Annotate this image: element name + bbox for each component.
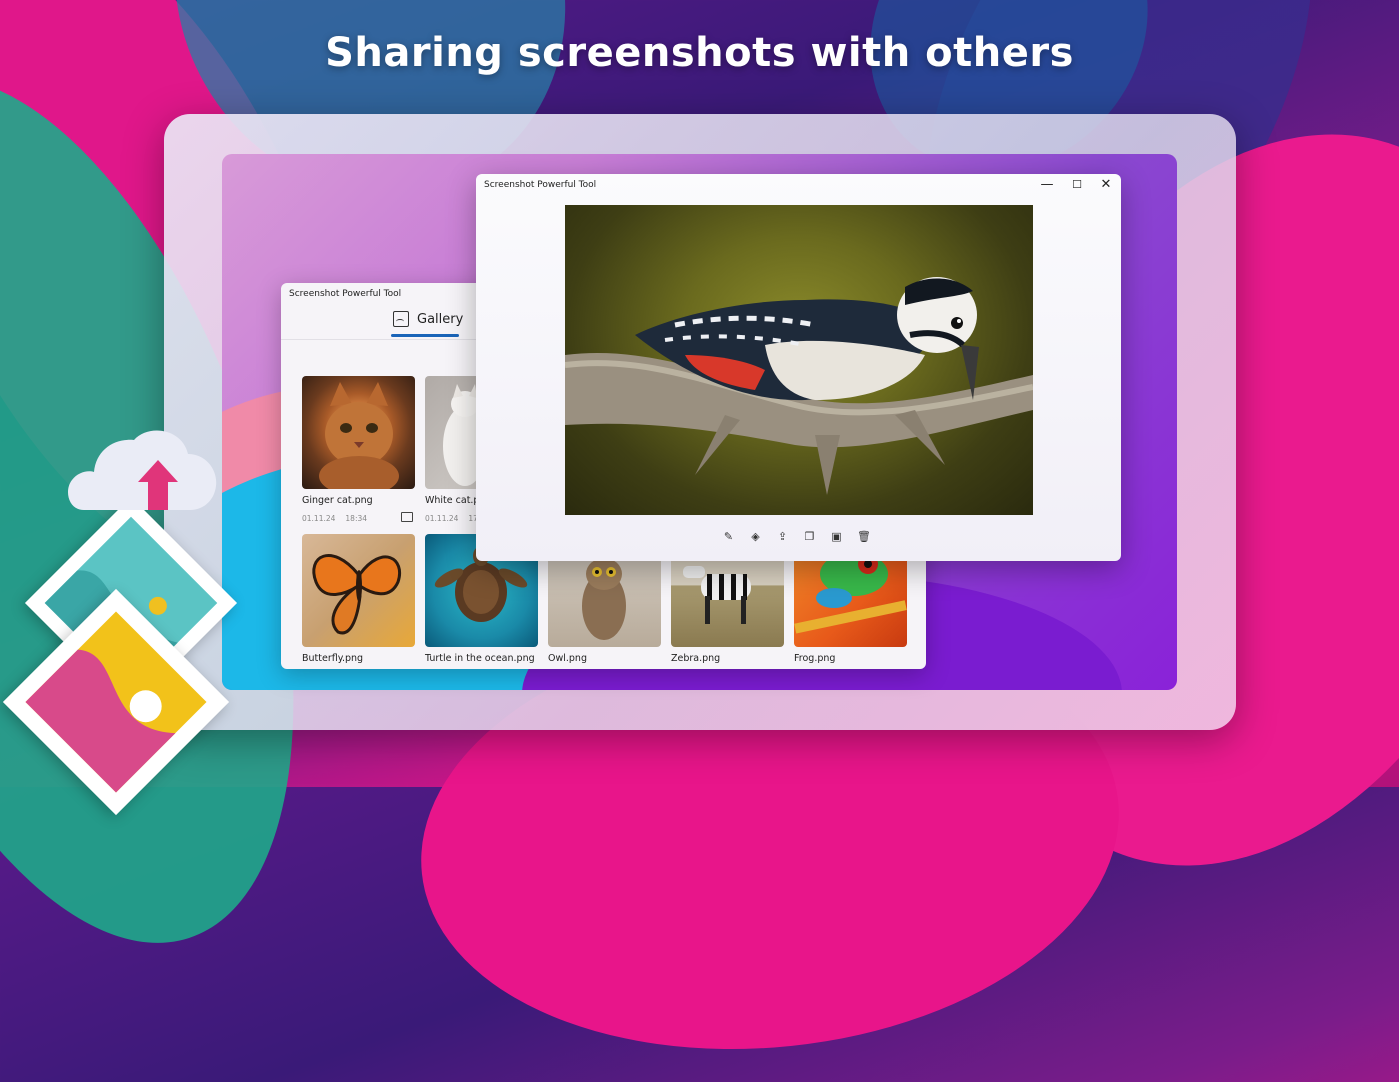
file-name: Butterfly.png	[302, 653, 364, 664]
preview-image	[565, 205, 1033, 515]
cloud-upload-icon	[64, 420, 218, 512]
tab-label: Gallery	[417, 311, 464, 327]
file-date: 01.11.24	[425, 514, 459, 523]
window-title: Screenshot Powerful Tool	[484, 180, 597, 190]
folder-icon[interactable]	[401, 512, 413, 522]
close-button[interactable]: ✕	[1098, 178, 1114, 192]
gallery-item[interactable]: Butterfly.png	[302, 534, 415, 664]
delete-icon[interactable]: 🗑	[857, 530, 871, 543]
viewer-toolbar: ✎ ◈ ⇪ ❐ ▣ 🗑	[722, 530, 871, 543]
color-fill-icon[interactable]: ◈	[749, 530, 762, 543]
file-name: Frog.png	[794, 653, 836, 664]
minimize-button[interactable]: —	[1039, 178, 1055, 192]
file-name: Owl.png	[548, 653, 587, 664]
file-name: Ginger cat.png	[302, 495, 373, 506]
viewer-window: Screenshot Powerful Tool — ☐ ✕ ✎ ◈ ⇪ ❐ ▣…	[476, 174, 1121, 561]
gallery-icon	[393, 311, 409, 327]
thumbnail-ginger-cat[interactable]	[302, 376, 415, 489]
file-time: 18:34	[345, 514, 368, 523]
edit-icon[interactable]: ✎	[722, 530, 735, 543]
file-date: 01.11.24	[302, 514, 336, 523]
thumbnail-butterfly[interactable]	[302, 534, 415, 647]
save-icon[interactable]: ▣	[830, 530, 843, 543]
tab-indicator	[391, 334, 459, 337]
file-name: Turtle in the ocean.png	[425, 653, 535, 664]
headline: Sharing screenshots with others	[325, 30, 1074, 76]
share-icon[interactable]: ⇪	[776, 530, 789, 543]
copy-icon[interactable]: ❐	[803, 530, 816, 543]
file-name: Zebra.png	[671, 653, 721, 664]
tab-gallery[interactable]: Gallery	[393, 311, 463, 327]
gallery-item[interactable]: Ginger cat.png 01.11.24 18:34	[302, 376, 415, 523]
maximize-button[interactable]: ☐	[1069, 178, 1085, 192]
